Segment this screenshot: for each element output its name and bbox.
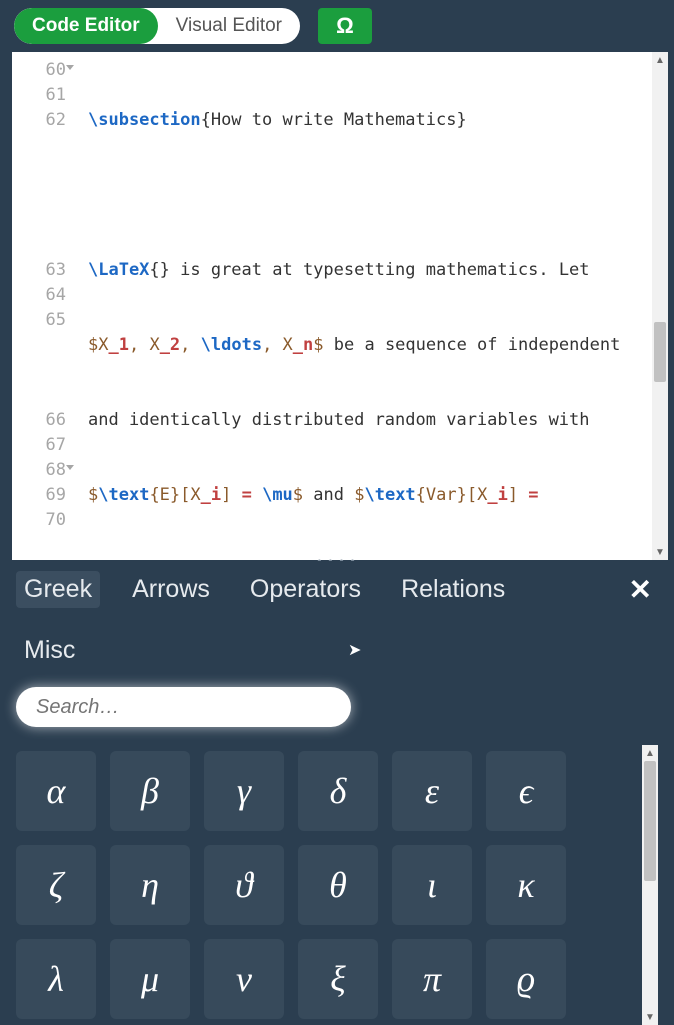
topbar: Code Editor Visual Editor Ω [0,0,674,52]
symbol-cell[interactable]: κ [486,845,566,925]
symbol-cell[interactable]: μ [110,939,190,1019]
gutter-line [12,333,72,358]
symbol-cell[interactable]: γ [204,751,284,831]
editor-mode-toggle: Code Editor Visual Editor [14,8,300,44]
symbol-palette-button[interactable]: Ω [318,8,372,44]
scroll-down-icon[interactable]: ▼ [642,1009,658,1025]
scroll-down-icon[interactable]: ▼ [652,544,668,560]
gutter-line: 64 [12,283,72,308]
symbol-cell[interactable]: λ [16,939,96,1019]
symbol-panel: Greek Arrows Operators Relations ✕ Misc αβγδε… [0,561,674,1025]
gutter-line: 69 [12,483,72,508]
visual-editor-tab[interactable]: Visual Editor [158,8,300,44]
symbol-cell[interactable]: ι [392,845,472,925]
symbol-tab-arrows[interactable]: Arrows [124,571,218,608]
scrollbar-thumb[interactable] [644,761,656,881]
symbol-tabs: Greek Arrows Operators Relations ✕ Misc [16,571,658,669]
symbol-tab-misc[interactable]: Misc [16,632,83,669]
gutter-line: 62 [12,108,72,133]
symbol-cell[interactable]: π [392,939,472,1019]
fold-icon[interactable] [66,465,74,470]
gutter-line: 63 [12,258,72,283]
panel-scrollbar[interactable]: ▲ ▼ [642,745,658,1025]
code-editor[interactable]: 606162 636465 6667686970 \subsection{How t… [12,52,668,560]
symbol-tab-greek[interactable]: Greek [16,571,100,608]
scroll-up-icon[interactable]: ▲ [642,745,658,761]
close-icon[interactable]: ✕ [623,573,658,606]
code-editor-tab[interactable]: Code Editor [14,8,158,44]
symbol-cell[interactable]: ϑ [204,845,284,925]
gutter-line: 66 [12,408,72,433]
editor-gutter: 606162 636465 6667686970 [12,52,72,560]
scroll-up-icon[interactable]: ▲ [652,52,668,68]
symbol-cell[interactable]: θ [298,845,378,925]
gutter-line [12,383,72,408]
gutter-line: 61 [12,83,72,108]
symbol-cell[interactable]: α [16,751,96,831]
symbol-cell[interactable]: ϱ [486,939,566,1019]
symbol-tab-operators[interactable]: Operators [242,571,369,608]
gutter-line [12,183,72,208]
symbol-cell[interactable]: β [110,751,190,831]
symbol-cell[interactable]: η [110,845,190,925]
symbol-grid: αβγδεϵ ζηϑθικ λμνξπϱ [16,745,638,1025]
symbol-cell[interactable]: ε [392,751,472,831]
gutter-line: 67 [12,433,72,458]
symbol-cell[interactable]: ξ [298,939,378,1019]
symbol-cell[interactable]: δ [298,751,378,831]
symbol-tab-relations[interactable]: Relations [393,571,513,608]
symbol-cell[interactable]: ζ [16,845,96,925]
scrollbar-thumb[interactable] [654,322,666,382]
gutter-line [12,158,72,183]
gutter-line [12,208,72,233]
gutter-line [12,233,72,258]
gutter-line [12,133,72,158]
symbol-cell[interactable]: ϵ [486,751,566,831]
editor-scrollbar[interactable]: ▲ ▼ [652,52,668,560]
editor-body[interactable]: \subsection{How to write Mathematics} \L… [72,52,668,560]
gutter-line [12,358,72,383]
gutter-line: 68 [12,458,72,483]
fold-icon[interactable] [66,65,74,70]
symbol-cell[interactable]: ν [204,939,284,1019]
symbol-search-input[interactable] [16,687,351,727]
gutter-line: 60 [12,58,72,83]
gutter-line: 70 [12,508,72,533]
gutter-line: 65 [12,308,72,333]
